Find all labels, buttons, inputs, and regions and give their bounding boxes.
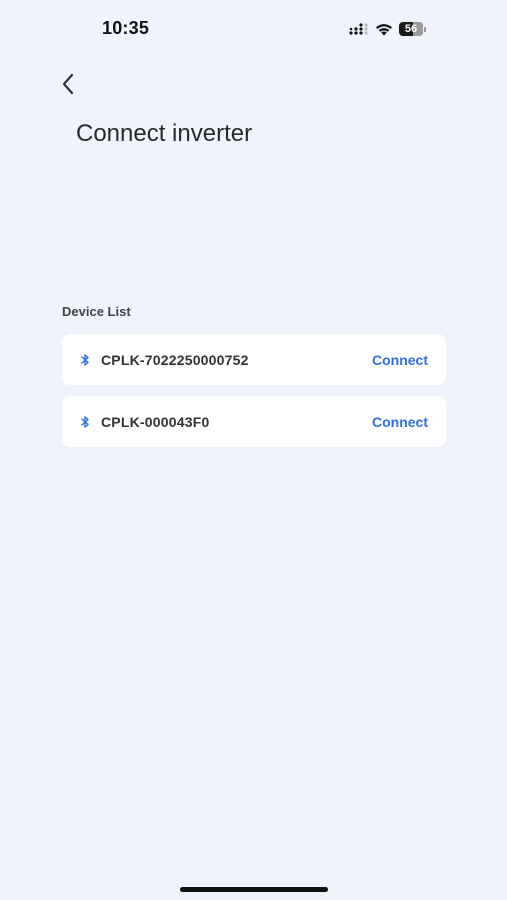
device-name: CPLK-000043F0: [101, 413, 210, 430]
chevron-left-icon: [62, 73, 74, 95]
cellular-signal-icon: [349, 23, 368, 35]
connect-button[interactable]: Connect: [372, 414, 428, 430]
battery-icon: 56: [399, 22, 427, 36]
battery-level: 56: [404, 23, 418, 35]
connect-button[interactable]: Connect: [372, 352, 428, 368]
home-indicator[interactable]: [180, 887, 328, 892]
device-list-label: Device List: [62, 304, 131, 319]
wifi-icon: [376, 23, 392, 35]
status-bar: 10:35 56: [0, 0, 507, 56]
status-time: 10:35: [102, 18, 150, 38]
device-item: CPLK-7022250000752 Connect: [62, 334, 446, 385]
status-indicators: 56: [349, 20, 427, 38]
bluetooth-icon: [79, 415, 91, 429]
device-list: CPLK-7022250000752 Connect CPLK-000043F0…: [62, 334, 446, 458]
bluetooth-icon: [79, 353, 91, 367]
page-title: Connect inverter: [76, 120, 253, 147]
device-item: CPLK-000043F0 Connect: [62, 396, 446, 447]
back-button[interactable]: [56, 70, 80, 98]
device-name: CPLK-7022250000752: [101, 351, 249, 368]
